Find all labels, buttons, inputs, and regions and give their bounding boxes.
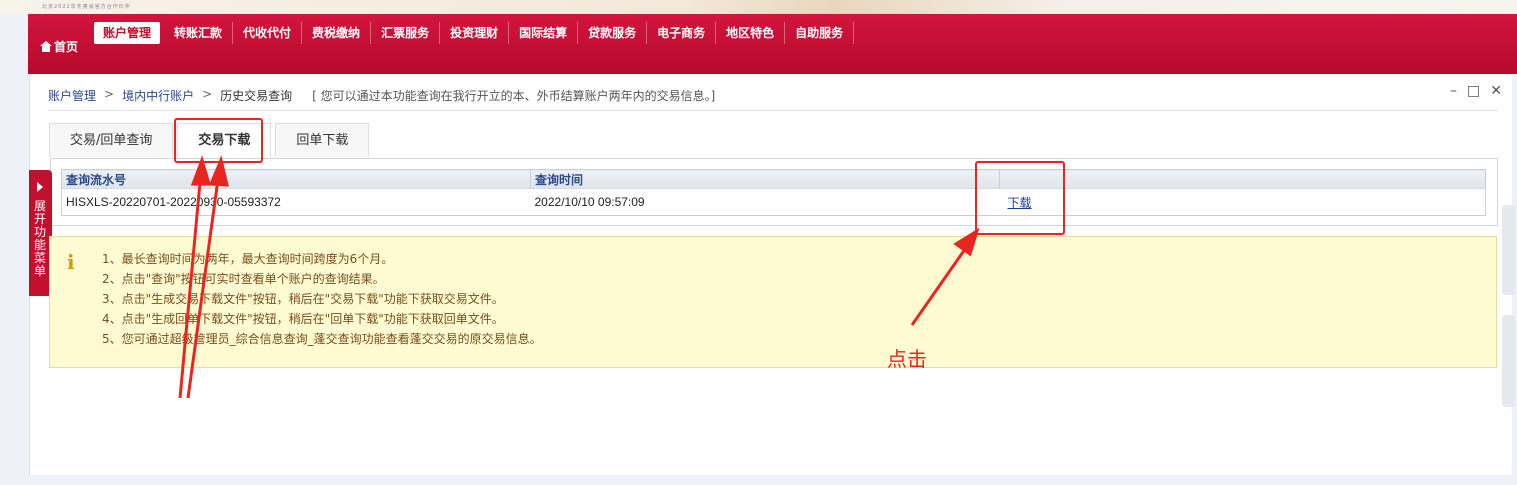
annotation-arrowhead — [953, 227, 980, 257]
annotation-arrow — [910, 241, 972, 326]
annotation-arrowhead — [208, 155, 229, 187]
annotation-arrows — [178, 155, 980, 399]
annotation-arrow — [186, 171, 221, 399]
annotation-arrow — [178, 171, 203, 399]
annotation-arrowhead — [190, 155, 211, 186]
annotation-click-label: 点击 — [887, 347, 927, 371]
